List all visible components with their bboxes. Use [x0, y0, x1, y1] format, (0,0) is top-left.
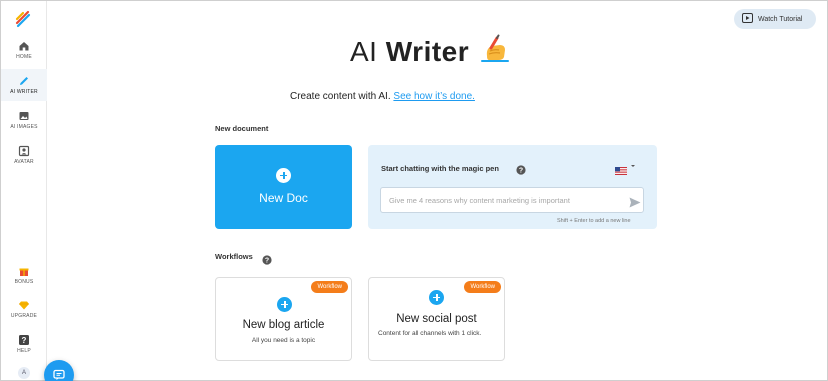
new-document-heading: New document — [215, 124, 269, 133]
diamond-icon — [18, 298, 30, 310]
chevron-down-icon[interactable] — [631, 165, 635, 167]
watch-tutorial-button[interactable]: Watch Tutorial — [734, 9, 816, 29]
new-doc-card[interactable]: New Doc — [215, 145, 352, 229]
help-icon[interactable]: ? — [516, 162, 526, 180]
svg-text:?: ? — [265, 258, 269, 265]
sidebar-item-label: AI IMAGES — [10, 124, 38, 130]
sidebar-item-label: UPGRADE — [10, 313, 38, 319]
plus-icon — [276, 168, 291, 183]
us-flag-icon[interactable] — [615, 162, 627, 175]
help-icon: ? — [18, 333, 30, 345]
magic-pen-heading: Start chatting with the magic pen — [381, 164, 499, 173]
sidebar-item-label: AVATAR — [14, 159, 34, 165]
page-title: AI Writer — [350, 34, 511, 71]
help-icon[interactable]: ? — [262, 252, 272, 270]
magic-pen-input-box[interactable] — [380, 187, 644, 213]
sidebar-item-label: BONUS — [14, 279, 34, 285]
gift-icon — [18, 264, 30, 276]
sidebar-item-avatar[interactable]: AVATAR — [1, 144, 47, 165]
workflow-badge: Workflow — [464, 281, 501, 293]
title-text: AI Writer — [350, 36, 470, 67]
subtitle-text: Create content with AI. — [290, 91, 391, 102]
avatar[interactable]: A — [18, 367, 30, 379]
workflow-title: New social post — [396, 313, 477, 325]
pen-icon — [18, 74, 30, 86]
magic-pen-input[interactable] — [381, 188, 621, 212]
send-icon[interactable] — [629, 195, 641, 213]
sidebar: HOME AI WRITER AI IMAGES AVATAR BONUS UP… — [1, 1, 47, 380]
workflow-card-social-post[interactable]: Workflow New social post Content for all… — [368, 277, 505, 361]
workflow-title: New blog article — [242, 319, 325, 331]
sidebar-item-label: HOME — [16, 54, 32, 60]
svg-text:?: ? — [519, 168, 523, 175]
svg-text:?: ? — [22, 336, 27, 345]
workflow-card-blog-article[interactable]: Workflow New blog article All you need i… — [215, 277, 352, 361]
page-subtitle: Create content with AI. See how it’s don… — [0, 91, 828, 102]
sidebar-item-home[interactable]: HOME — [1, 39, 47, 60]
watch-tutorial-label: Watch Tutorial — [758, 15, 803, 23]
new-doc-label: New Doc — [259, 191, 308, 205]
see-how-link[interactable]: See how it’s done. — [393, 91, 475, 102]
video-icon — [742, 10, 753, 28]
sidebar-item-help[interactable]: ? HELP — [1, 333, 47, 354]
workflow-description: All you need is a topic — [251, 337, 316, 344]
input-hint: Shift + Enter to add a new line — [557, 218, 631, 224]
sidebar-item-bonus[interactable]: BONUS — [1, 264, 47, 285]
avatar-icon — [18, 144, 30, 157]
sidebar-item-upgrade[interactable]: UPGRADE — [1, 298, 47, 319]
image-icon — [18, 109, 30, 121]
workflow-badge: Workflow — [311, 281, 348, 293]
chat-icon — [53, 369, 65, 380]
sidebar-item-label: HELP — [17, 348, 31, 354]
sidebar-item-ai-images[interactable]: AI IMAGES — [1, 109, 47, 130]
writing-hand-icon — [477, 34, 511, 71]
workflow-description: Content for all channels with 1 click. — [378, 330, 482, 337]
plus-icon — [277, 297, 292, 312]
workflows-heading: Workflows — [215, 252, 253, 261]
home-icon — [18, 39, 30, 51]
writer-logo-icon[interactable] — [15, 10, 31, 28]
plus-icon — [429, 290, 444, 305]
magic-pen-card: Start chatting with the magic pen ? Shif… — [368, 145, 657, 229]
